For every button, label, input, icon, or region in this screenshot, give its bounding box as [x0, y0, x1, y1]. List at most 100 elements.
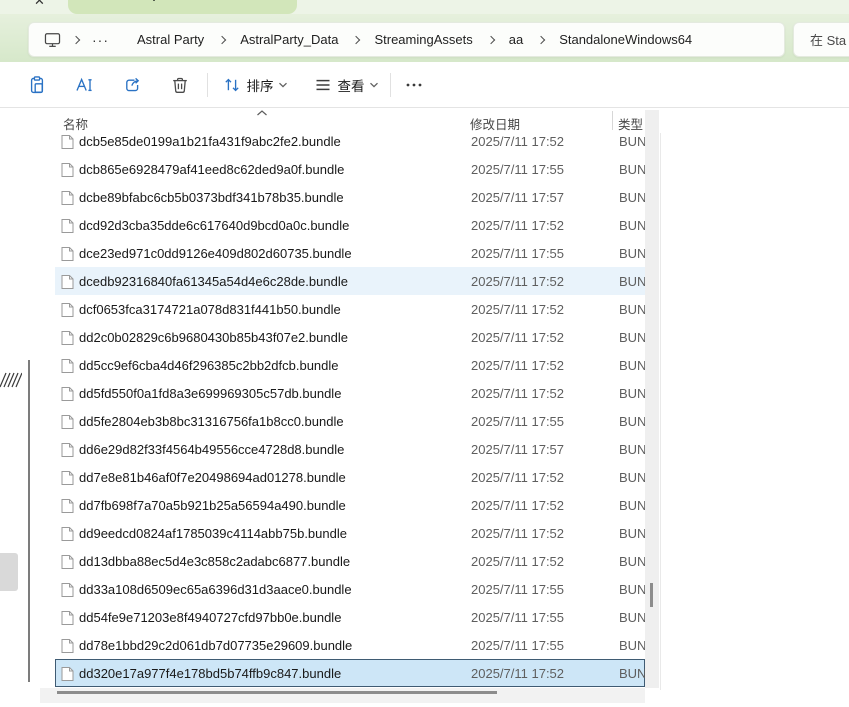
file-type: BUN [619, 330, 646, 345]
column-header-type[interactable]: 类型 [618, 114, 643, 133]
file-row[interactable]: dd5fe2804eb3b8bc31316756fa1b8cc0.bundle … [55, 407, 645, 435]
toolbar-divider [207, 73, 208, 97]
command-toolbar: 排序 查看 [0, 62, 849, 108]
delete-button[interactable] [162, 68, 198, 102]
share-button[interactable] [114, 68, 150, 102]
file-name: dd13dbba88ec5d4e3c858c2adabc6877.bundle [79, 554, 350, 569]
breadcrumb-overflow-button[interactable]: ··· [84, 28, 117, 52]
chevron-right-icon [537, 35, 545, 43]
sort-ascending-caret-icon [256, 110, 268, 116]
chevron-right-icon [218, 35, 226, 43]
file-row[interactable]: dce23ed971c0dd9126e409d802d60735.bundle … [55, 239, 645, 267]
file-row[interactable]: dd5fd550f0a1fd8a3e699969305c57db.bundle … [55, 379, 645, 407]
file-icon [61, 526, 74, 542]
file-name: dd5fe2804eb3b8bc31316756fa1b8cc0.bundle [79, 414, 344, 429]
file-row[interactable]: dcbe89bfabc6cb5b0373bdf341b78b35.bundle … [55, 183, 645, 211]
file-row[interactable]: dd33a108d6509ec65a6396d31d3aace0.bundle … [55, 575, 645, 603]
breadcrumb[interactable]: ··· Astral Party AstralParty_Data Streamin… [28, 22, 785, 57]
explorer-tab[interactable] [68, 0, 297, 14]
file-icon [61, 610, 74, 626]
file-name: dd54fe9e71203e8f4940727cfd97bb0e.bundle [79, 610, 341, 625]
file-row[interactable]: dcf0653fca3174721a078d831f441b50.bundle … [55, 295, 645, 323]
file-icon [61, 190, 74, 206]
column-header-date[interactable]: 修改日期 [470, 114, 520, 133]
file-name: dd33a108d6509ec65a6396d31d3aace0.bundle [79, 582, 352, 597]
chevron-right-icon [72, 35, 80, 43]
breadcrumb-segment[interactable]: Astral Party [127, 27, 214, 52]
file-icon [61, 414, 74, 430]
file-name: dd320e17a977f4e178bd5b74ffb9c847.bundle [79, 666, 341, 681]
file-row[interactable]: dd2c0b02829c6b9680430b85b43f07e2.bundle … [55, 323, 645, 351]
file-icon [61, 274, 74, 290]
file-name: dcb865e6928479af41eed8c62ded9a0f.bundle [79, 162, 344, 177]
content-edge-line [660, 110, 661, 690]
file-icon [61, 358, 74, 374]
file-name: dcf0653fca3174721a078d831f441b50.bundle [79, 302, 341, 317]
column-separator[interactable] [612, 111, 613, 130]
search-text: 在 Sta [810, 30, 846, 49]
file-row[interactable]: dcedb92316840fa61345a54d4e6c28de.bundle … [55, 267, 645, 295]
file-type: BUN [619, 302, 646, 317]
left-pane-scrollbar-fragment [28, 360, 30, 682]
file-list-viewport: dcb5e85de0199a1b21fa431f9abc2fe2.bundle … [0, 108, 661, 703]
tab-close-icon[interactable]: ✕ [34, 0, 45, 9]
file-type: BUN [619, 190, 646, 205]
file-date: 2025/7/11 17:55 [471, 414, 564, 429]
file-type: BUN [619, 470, 646, 485]
file-row[interactable]: dd320e17a977f4e178bd5b74ffb9c847.bundle … [55, 659, 645, 687]
file-name: dcb5e85de0199a1b21fa431f9abc2fe2.bundle [79, 134, 341, 149]
file-icon [61, 638, 74, 654]
vertical-scrollbar[interactable] [645, 110, 659, 688]
breadcrumb-segment[interactable]: AstralParty_Data [230, 27, 348, 52]
file-date: 2025/7/11 17:52 [471, 134, 564, 149]
sort-button[interactable]: 排序 [214, 68, 296, 102]
file-date: 2025/7/11 17:52 [471, 498, 564, 513]
file-type: BUN [619, 414, 646, 429]
this-pc-icon[interactable] [35, 30, 68, 49]
column-header-row: 名称 修改日期 类型 [0, 108, 661, 133]
horizontal-scrollbar[interactable] [40, 688, 645, 703]
horizontal-scrollbar-thumb[interactable] [57, 691, 497, 694]
vertical-scrollbar-thumb[interactable] [650, 583, 653, 607]
file-type: BUN [619, 218, 646, 233]
file-type: BUN [619, 526, 646, 541]
view-label: 查看 [338, 75, 365, 95]
more-options-button[interactable] [396, 68, 432, 102]
file-row[interactable]: dd13dbba88ec5d4e3c858c2adabc6877.bundle … [55, 547, 645, 575]
file-type: BUN [619, 442, 646, 457]
chevron-right-icon [486, 35, 494, 43]
breadcrumb-segment[interactable]: StandaloneWindows64 [549, 27, 702, 52]
file-row[interactable]: dd9eedcd0824af1785039c4114abb75b.bundle … [55, 519, 645, 547]
file-row[interactable]: dd6e29d82f33f4564b49556cce4728d8.bundle … [55, 435, 645, 463]
file-row[interactable]: dd54fe9e71203e8f4940727cfd97bb0e.bundle … [55, 603, 645, 631]
column-header-name[interactable]: 名称 [63, 114, 88, 133]
file-row[interactable]: dd5cc9ef6cba4d46f296385c2bb2dfcb.bundle … [55, 351, 645, 379]
file-date: 2025/7/11 17:52 [471, 470, 564, 485]
file-icon [61, 498, 74, 514]
file-name: dd7e8e81b46af0f7e20498694ad01278.bundle [79, 470, 346, 485]
view-button[interactable]: 查看 [305, 68, 387, 102]
toolbar-divider [390, 73, 391, 97]
file-name: dcd92d3cba35dde6c617640d9bcd0a0c.bundle [79, 218, 349, 233]
ellipsis-icon [404, 75, 424, 95]
file-icon [61, 330, 74, 346]
file-type: BUN [619, 554, 646, 569]
file-icon [61, 246, 74, 262]
file-date: 2025/7/11 17:55 [471, 162, 564, 177]
file-type: BUN [619, 582, 646, 597]
breadcrumb-segment[interactable]: StreamingAssets [364, 27, 482, 52]
file-row[interactable]: dd78e1bbd29c2d061db7d07735e29609.bundle … [55, 631, 645, 659]
file-name: dd7fb698f7a70a5b921b25a56594a490.bundle [79, 498, 346, 513]
paste-button[interactable] [19, 68, 55, 102]
rename-button[interactable] [66, 68, 102, 102]
breadcrumb-segment[interactable]: aa [499, 27, 533, 52]
file-row[interactable]: dcd92d3cba35dde6c617640d9bcd0a0c.bundle … [55, 211, 645, 239]
file-row[interactable]: dd7e8e81b46af0f7e20498694ad01278.bundle … [55, 463, 645, 491]
breadcrumb-segments: Astral Party AstralParty_Data StreamingAss… [127, 27, 702, 52]
file-icon [61, 386, 74, 402]
file-row[interactable]: dcb865e6928479af41eed8c62ded9a0f.bundle … [55, 155, 645, 183]
file-icon [61, 582, 74, 598]
file-list: dcb5e85de0199a1b21fa431f9abc2fe2.bundle … [0, 127, 661, 687]
search-box[interactable]: 在 Sta [793, 22, 849, 57]
file-row[interactable]: dd7fb698f7a70a5b921b25a56594a490.bundle … [55, 491, 645, 519]
